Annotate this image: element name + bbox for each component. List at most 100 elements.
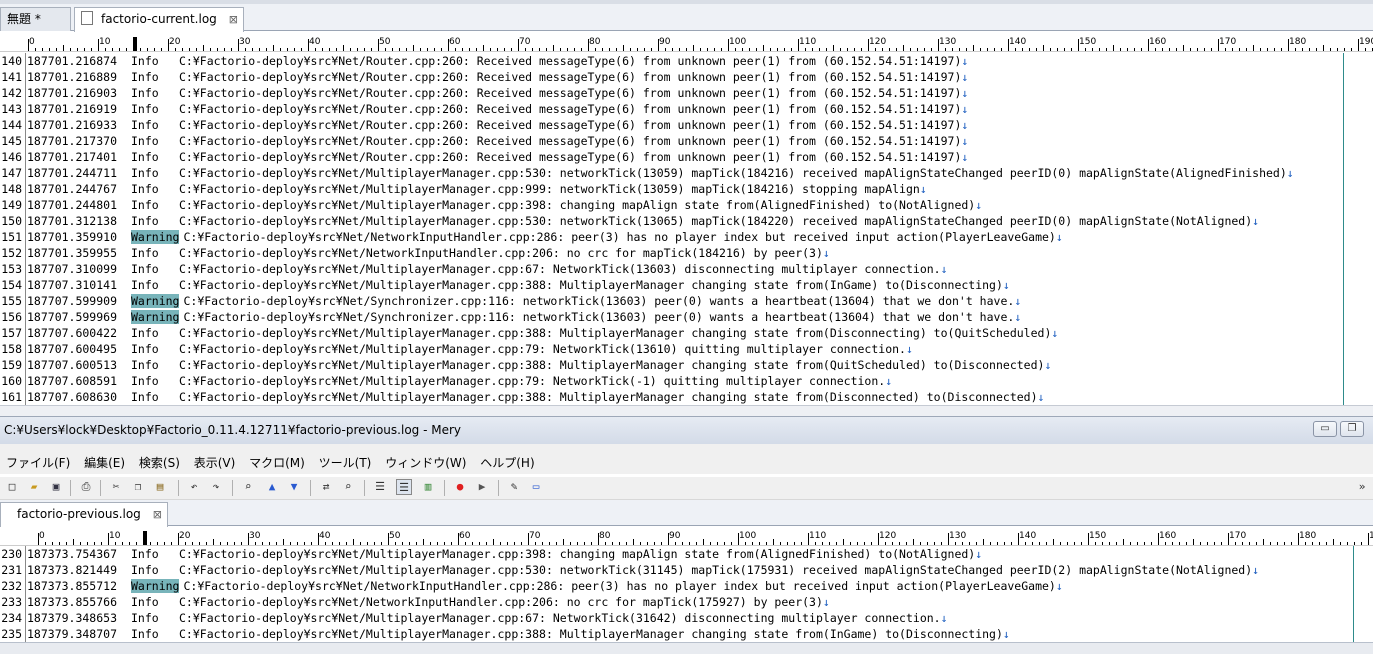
wrap-column-icon[interactable]: ▥ bbox=[420, 479, 436, 495]
toolbar-overflow-icon[interactable]: » bbox=[1354, 479, 1370, 495]
ruler-label: 180 bbox=[1299, 531, 1317, 541]
ruler-minor-tick bbox=[490, 48, 491, 51]
ruler-label: 170 bbox=[1219, 37, 1237, 47]
wrap-window-icon[interactable]: ☰ bbox=[396, 479, 412, 495]
ruler-minor-tick bbox=[112, 48, 113, 51]
ruler-minor-tick bbox=[987, 48, 988, 51]
panel-icon[interactable]: ▭ bbox=[528, 479, 544, 495]
menu-file[interactable]: ファイル(F) bbox=[6, 456, 70, 470]
line-end-icon: ↓ bbox=[1044, 358, 1052, 372]
ruler-minor-tick bbox=[812, 48, 813, 51]
menu-search[interactable]: 検索(S) bbox=[139, 456, 180, 470]
log-line[interactable]: 145 187701.217370 Info C:¥Factorio-deploy¥s… bbox=[0, 133, 1373, 149]
ruler-minor-tick bbox=[437, 542, 438, 545]
pin-icon[interactable]: ✎ bbox=[506, 479, 522, 495]
log-line[interactable]: 151 187701.359910 Warning C:¥Factorio-deplo… bbox=[0, 229, 1373, 245]
tab-factorio-current[interactable]: factorio-current.log ⊠ bbox=[74, 7, 244, 32]
ruler-label: 100 bbox=[739, 531, 757, 541]
close-tab-icon[interactable]: ⊠ bbox=[229, 13, 238, 26]
ruler-minor-tick bbox=[413, 45, 414, 51]
undo-icon[interactable]: ↶ bbox=[186, 479, 202, 495]
find-prev-icon[interactable]: ▲ bbox=[264, 479, 280, 495]
menu-edit[interactable]: 編集(E) bbox=[84, 456, 125, 470]
log-line[interactable]: 232 187373.855712 Warning C:¥Factorio-deplo… bbox=[0, 578, 1373, 594]
log-line[interactable]: 157 187707.600422 Info C:¥Factorio-deploy¥s… bbox=[0, 325, 1373, 341]
paste-icon[interactable]: ▤ bbox=[152, 479, 168, 495]
ruler-minor-tick bbox=[707, 48, 708, 51]
ruler-minor-tick bbox=[1092, 48, 1093, 51]
wrap-none-icon[interactable]: ☰ bbox=[372, 479, 388, 495]
log-line[interactable]: 154 187707.310141 Info C:¥Factorio-deploy¥s… bbox=[0, 277, 1373, 293]
log-line[interactable]: 141 187701.216889 Info C:¥Factorio-deploy¥s… bbox=[0, 69, 1373, 85]
log-timestamp: 187701.216889 bbox=[27, 70, 118, 84]
ruler-minor-tick bbox=[126, 48, 127, 51]
open-icon[interactable]: ▰ bbox=[26, 479, 42, 495]
editor-bottom[interactable]: 230 187373.754367 Info C:¥Factorio-deploy¥s… bbox=[0, 546, 1373, 642]
log-line[interactable]: 144 187701.216933 Info C:¥Factorio-deploy¥s… bbox=[0, 117, 1373, 133]
line-end-icon: ↓ bbox=[961, 134, 969, 148]
log-line[interactable]: 152 187701.359955 Info C:¥Factorio-deploy¥s… bbox=[0, 245, 1373, 261]
log-line[interactable]: 142 187701.216903 Info C:¥Factorio-deploy¥s… bbox=[0, 85, 1373, 101]
menu-view[interactable]: 表示(V) bbox=[194, 456, 236, 470]
line-end-icon: ↓ bbox=[1252, 563, 1260, 577]
line-end-icon: ↓ bbox=[961, 70, 969, 84]
replace-icon[interactable]: ⇄ bbox=[318, 479, 334, 495]
menu-help[interactable]: ヘルプ(H) bbox=[480, 456, 534, 470]
line-number: 154 bbox=[1, 278, 22, 292]
log-line[interactable]: 155 187707.599909 Warning C:¥Factorio-deplo… bbox=[0, 293, 1373, 309]
ruler-minor-tick bbox=[1291, 542, 1292, 545]
redo-icon[interactable]: ↷ bbox=[208, 479, 224, 495]
log-line[interactable]: 146 187701.217401 Info C:¥Factorio-deploy¥s… bbox=[0, 149, 1373, 165]
log-line[interactable]: 156 187707.599969 Warning C:¥Factorio-deplo… bbox=[0, 309, 1373, 325]
menu-window[interactable]: ウィンドウ(W) bbox=[385, 456, 466, 470]
log-timestamp: 187701.217401 bbox=[27, 150, 118, 164]
save-icon[interactable]: ▣ bbox=[48, 479, 64, 495]
log-line[interactable]: 231 187373.821449 Info C:¥Factorio-deploy¥s… bbox=[0, 562, 1373, 578]
log-line[interactable]: 233 187373.855766 Info C:¥Factorio-deploy¥s… bbox=[0, 594, 1373, 610]
ruler-minor-tick bbox=[1235, 542, 1236, 545]
log-line[interactable]: 143 187701.216919 Info C:¥Factorio-deploy¥s… bbox=[0, 101, 1373, 117]
print-icon[interactable]: ⎙ bbox=[78, 479, 94, 495]
restore-button[interactable]: ❐ bbox=[1340, 421, 1364, 437]
log-line[interactable]: 140 187701.216874 Info C:¥Factorio-deploy¥s… bbox=[0, 53, 1373, 69]
log-line[interactable]: 230 187373.754367 Info C:¥Factorio-deploy¥s… bbox=[0, 546, 1373, 562]
ruler-minor-tick bbox=[640, 542, 641, 545]
log-line[interactable]: 150 187701.312138 Info C:¥Factorio-deploy¥s… bbox=[0, 213, 1373, 229]
cut-icon[interactable]: ✂ bbox=[108, 479, 124, 495]
record-icon[interactable]: ● bbox=[452, 479, 468, 495]
log-line[interactable]: 160 187707.608591 Info C:¥Factorio-deploy¥s… bbox=[0, 373, 1373, 389]
close-tab-icon[interactable]: ⊠ bbox=[153, 508, 162, 521]
ruler-minor-tick bbox=[672, 48, 673, 51]
log-line[interactable]: 148 187701.244767 Info C:¥Factorio-deploy¥s… bbox=[0, 181, 1373, 197]
log-line[interactable]: 234 187379.348653 Info C:¥Factorio-deploy¥s… bbox=[0, 610, 1373, 626]
log-line[interactable]: 158 187707.600495 Info C:¥Factorio-deploy¥s… bbox=[0, 341, 1373, 357]
copy-icon[interactable]: ❐ bbox=[130, 479, 146, 495]
menu-tools[interactable]: ツール(T) bbox=[319, 456, 372, 470]
log-line[interactable]: 235 187379.348707 Info C:¥Factorio-deploy¥s… bbox=[0, 626, 1373, 642]
tab-factorio-previous[interactable]: factorio-previous.log ⊠ bbox=[0, 502, 168, 527]
window-titlebar[interactable]: C:¥Users¥lock¥Desktop¥Factorio_0.11.4.12… bbox=[0, 416, 1373, 444]
ruler-minor-tick bbox=[661, 542, 662, 545]
grep-icon[interactable]: ⌕ bbox=[340, 479, 356, 495]
ruler-minor-tick bbox=[1214, 542, 1215, 545]
ruler-minor-tick bbox=[493, 539, 494, 545]
log-timestamp: 187373.821449 bbox=[27, 563, 118, 577]
tab-untitled[interactable]: 無題 * bbox=[0, 7, 71, 31]
ruler-minor-tick bbox=[689, 542, 690, 545]
menu-macro[interactable]: マクロ(M) bbox=[249, 456, 305, 470]
play-icon[interactable]: ▶ bbox=[474, 479, 490, 495]
pane-splitter[interactable] bbox=[0, 405, 1373, 416]
log-level: Info bbox=[131, 246, 159, 260]
minimize-button[interactable]: ▭ bbox=[1313, 421, 1337, 437]
log-line[interactable]: 153 187707.310099 Info C:¥Factorio-deploy¥s… bbox=[0, 261, 1373, 277]
ruler-minor-tick bbox=[1249, 542, 1250, 545]
log-line[interactable]: 161 187707.608630 Info C:¥Factorio-deploy¥s… bbox=[0, 389, 1373, 405]
find-next-icon[interactable]: ▼ bbox=[286, 479, 302, 495]
editor-top[interactable]: 140 187701.216874 Info C:¥Factorio-deploy¥s… bbox=[0, 53, 1373, 405]
ruler-minor-tick bbox=[500, 542, 501, 545]
log-line[interactable]: 159 187707.600513 Info C:¥Factorio-deploy¥s… bbox=[0, 357, 1373, 373]
new-icon[interactable]: □ bbox=[4, 479, 20, 495]
find-icon[interactable]: ⌕ bbox=[240, 479, 256, 495]
log-line[interactable]: 149 187701.244801 Info C:¥Factorio-deploy¥s… bbox=[0, 197, 1373, 213]
log-line[interactable]: 147 187701.244711 Info C:¥Factorio-deploy¥s… bbox=[0, 165, 1373, 181]
